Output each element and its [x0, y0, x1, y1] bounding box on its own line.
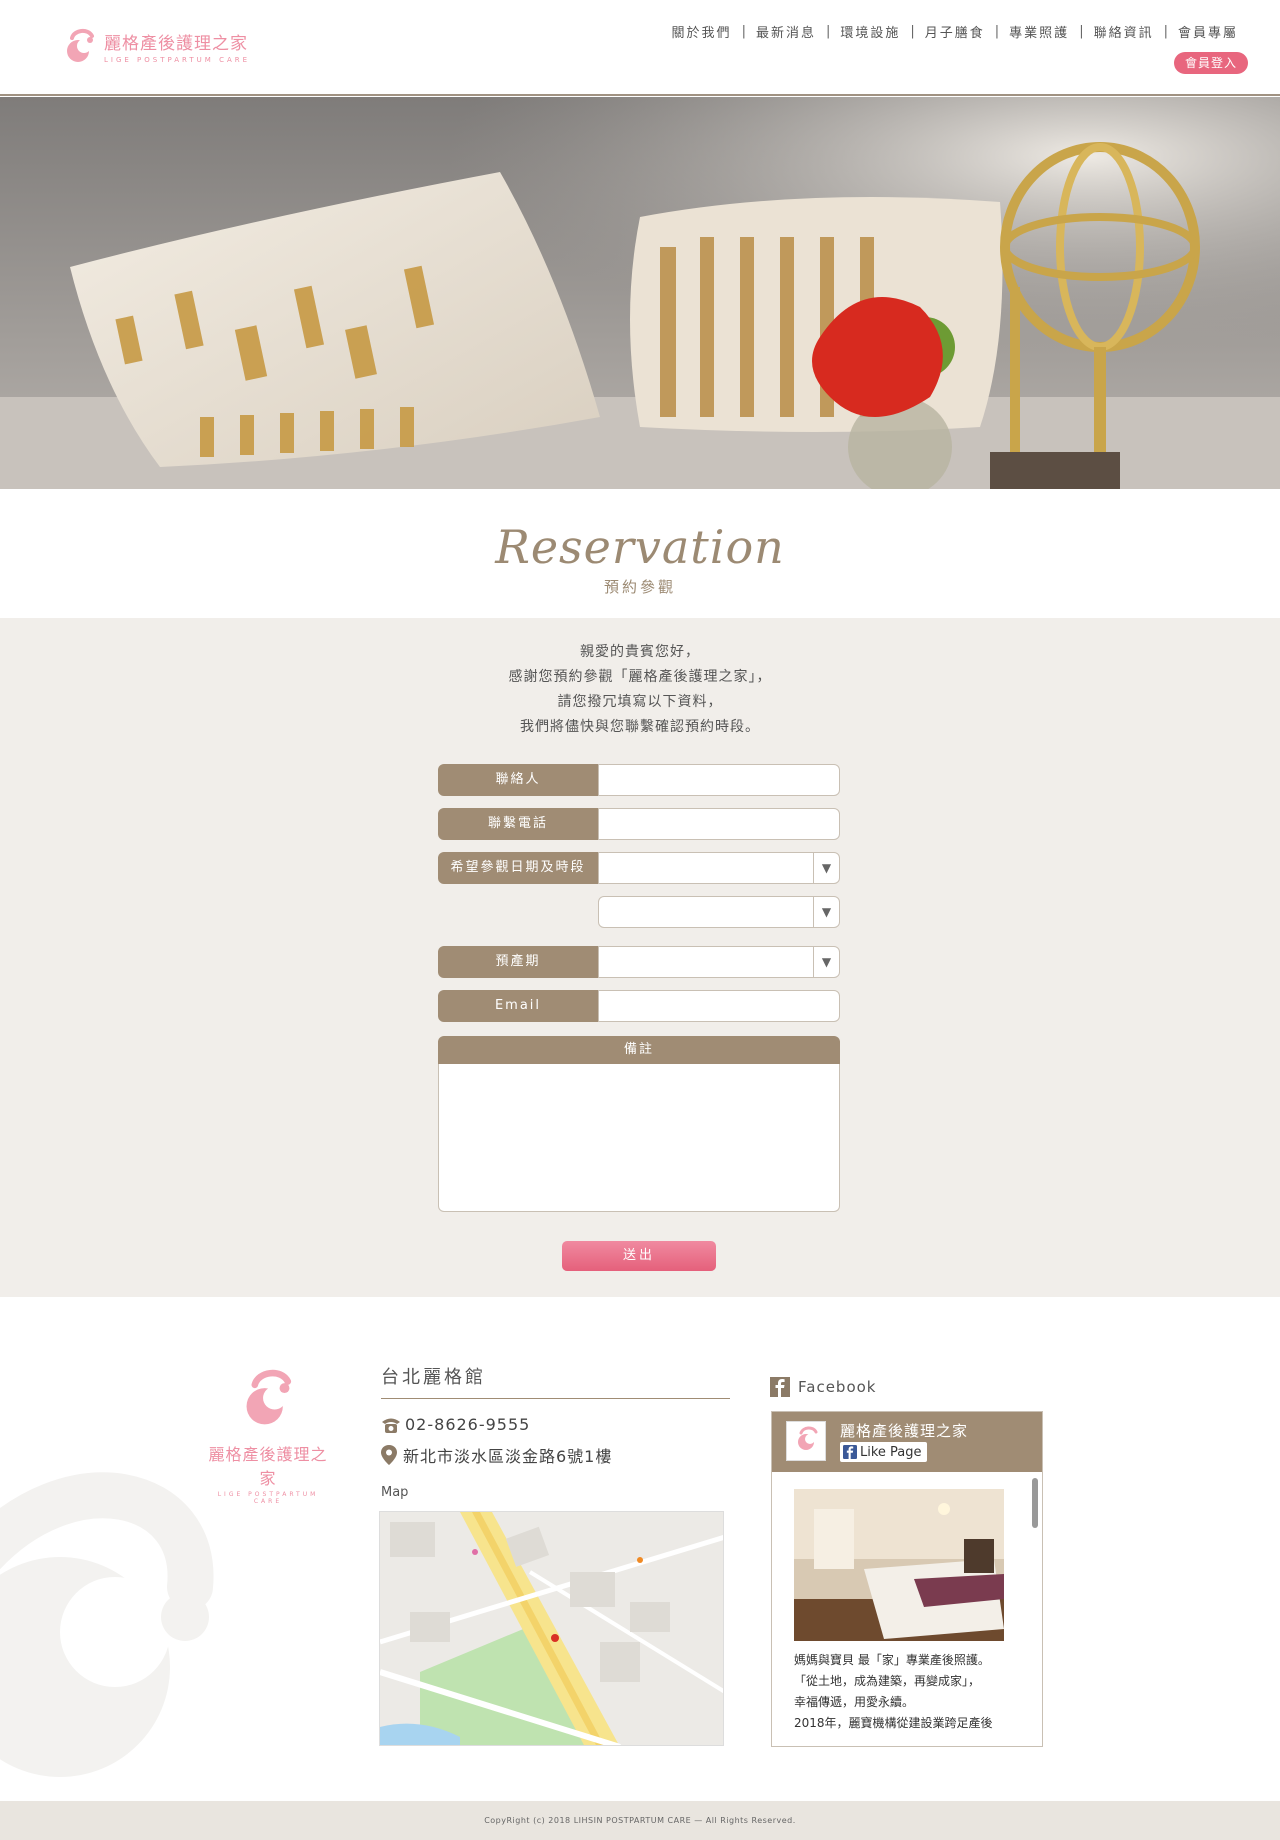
visit-date-label: 希望參觀日期及時段: [438, 852, 598, 884]
facebook-icon: [770, 1377, 790, 1397]
due-date-row: 預產期 ▼: [438, 946, 840, 978]
room-photo-illustration: [794, 1489, 1004, 1641]
footer-logo-name-en: LIGE POSTPARTUM CARE: [217, 1491, 319, 1505]
intro-line: 請您撥冗填寫以下資料，: [557, 694, 723, 710]
nav-members[interactable]: 會員專屬: [1168, 22, 1248, 41]
submit-button[interactable]: 送出: [562, 1241, 716, 1271]
address-text: 新北市淡水區淡金路6號1樓: [403, 1447, 613, 1466]
address-contact: 新北市淡水區淡金路6號1樓: [381, 1443, 612, 1467]
scrollbar-thumb[interactable]: [1032, 1478, 1038, 1528]
site-logo[interactable]: 麗格產後護理之家 LIGE POSTPARTUM CARE: [62, 26, 250, 66]
contact-label: 聯絡人: [438, 764, 598, 796]
dropdown-arrow-icon: ▼: [813, 947, 839, 977]
facebook-heading: Facebook: [770, 1377, 876, 1397]
main-nav: 關於我們 | 最新消息 | 環境設施 | 月子膳食 | 專業照護 | 聯絡資訊 …: [662, 22, 1248, 41]
logo-name-cn: 麗格產後護理之家: [104, 33, 248, 54]
intro-line: 感謝您預約參觀「麗格產後護理之家」，: [508, 669, 772, 685]
footer-logo: 麗格產後護理之家 LIGE POSTPARTUM CARE: [208, 1365, 328, 1505]
visit-time-select[interactable]: ▼: [598, 896, 840, 928]
dropdown-arrow-icon: ▼: [813, 853, 839, 883]
hero-illustration: [0, 97, 1280, 489]
dropdown-arrow-icon: ▼: [813, 897, 839, 927]
location-map[interactable]: [379, 1511, 724, 1746]
nav-care[interactable]: 專業照護: [999, 22, 1079, 41]
facebook-like-button[interactable]: Like Page: [840, 1442, 927, 1462]
facebook-title: Facebook: [798, 1378, 877, 1396]
intro-line: 親愛的貴賓您好，: [580, 644, 700, 660]
nav-facilities[interactable]: 環境設施: [830, 22, 910, 41]
email-input[interactable]: [598, 990, 840, 1022]
location-pin-icon: [381, 1445, 397, 1465]
reservation-form-section: 親愛的貴賓您好， 感謝您預約參觀「麗格產後護理之家」， 請您撥冗填寫以下資料， …: [0, 618, 1280, 1297]
footer-logo-name-cn: 麗格產後護理之家: [208, 1445, 328, 1488]
email-row: Email: [438, 990, 840, 1022]
visit-row: 希望參觀日期及時段 ▼: [438, 852, 840, 884]
due-date-label: 預產期: [438, 946, 598, 978]
phone-input[interactable]: [598, 808, 840, 840]
nav-news[interactable]: 最新消息: [746, 22, 826, 41]
intro-line: 我們將儘快與您聯繫確認預約時段。: [520, 719, 760, 735]
facebook-post-photo[interactable]: [794, 1489, 1004, 1641]
copyright-bar: CopyRight (c) 2018 LIHSIN POSTPARTUM CAR…: [0, 1801, 1280, 1840]
phone-contact: 02-8626-9555: [381, 1415, 530, 1434]
logo-name-en: LIGE POSTPARTUM CARE: [104, 55, 251, 64]
phone-label: 聯繫電話: [438, 808, 598, 840]
map-label: Map: [381, 1485, 409, 1500]
post-line: 幸福傳遞，用愛永續。: [794, 1695, 915, 1709]
avatar-logo-icon: [798, 1426, 818, 1450]
facebook-widget-scrollbar[interactable]: [1030, 1476, 1040, 1744]
post-line: 媽媽與寶貝 最「家」專業產後照護。: [794, 1653, 990, 1667]
facebook-small-icon: [843, 1445, 857, 1459]
due-date-select[interactable]: ▼: [598, 946, 840, 978]
branch-title: 台北麗格館: [381, 1367, 486, 1388]
branch-divider: [381, 1398, 730, 1399]
phone-icon: [382, 1418, 400, 1433]
facebook-page-name[interactable]: 麗格產後護理之家: [840, 1420, 968, 1441]
footer-info: 麗格產後護理之家 LIGE POSTPARTUM CARE 台北麗格館 02-8…: [0, 1297, 1280, 1801]
facebook-page-avatar[interactable]: [786, 1421, 826, 1461]
visit-date-select[interactable]: ▼: [598, 852, 840, 884]
contact-row: 聯絡人: [438, 764, 840, 796]
nav-about[interactable]: 關於我們: [662, 22, 742, 41]
site-header: 麗格產後護理之家 LIGE POSTPARTUM CARE 關於我們 | 最新消…: [0, 0, 1280, 96]
like-page-label: Like Page: [860, 1444, 922, 1460]
facebook-widget-header: 麗格產後護理之家 Like Page: [772, 1412, 1042, 1472]
facebook-post-text: 媽媽與寶貝 最「家」專業產後照護。 「從土地，成為建築，再變成家」， 幸福傳遞，…: [794, 1650, 1014, 1734]
email-label: Email: [438, 990, 598, 1022]
member-login-button[interactable]: 會員登入: [1174, 52, 1248, 74]
nav-meals[interactable]: 月子膳食: [915, 22, 995, 41]
memo-textarea[interactable]: [438, 1064, 840, 1212]
post-line: 「從土地，成為建築，再變成家」，: [794, 1674, 981, 1688]
page-title-script: Reservation: [495, 520, 785, 574]
footer-logo-mark-icon: [246, 1369, 292, 1425]
intro-text: 親愛的貴賓您好， 感謝您預約參觀「麗格產後護理之家」， 請您撥冗填寫以下資料， …: [0, 640, 1280, 740]
post-line: 2018年，麗寶機構從建設業跨足產後: [794, 1716, 993, 1730]
visit-time-row: ▼: [438, 896, 840, 928]
memo-label: 備註: [438, 1036, 840, 1064]
phone-row: 聯繫電話: [438, 808, 840, 840]
map-illustration: [380, 1512, 723, 1745]
page-title: 預約參觀: [603, 578, 676, 596]
hero-banner-image: [0, 97, 1280, 489]
facebook-page-widget[interactable]: 麗格產後護理之家 Like Page 媽媽與寶貝 最「家」專業產後照護。 「從土…: [771, 1411, 1043, 1747]
reservation-title-block: Reservation 預約參觀: [0, 490, 1280, 618]
phone-number[interactable]: 02-8626-9555: [405, 1415, 530, 1434]
logo-mark-icon: [67, 29, 94, 62]
contact-name-input[interactable]: [598, 764, 840, 796]
nav-contact[interactable]: 聯絡資訊: [1084, 22, 1164, 41]
